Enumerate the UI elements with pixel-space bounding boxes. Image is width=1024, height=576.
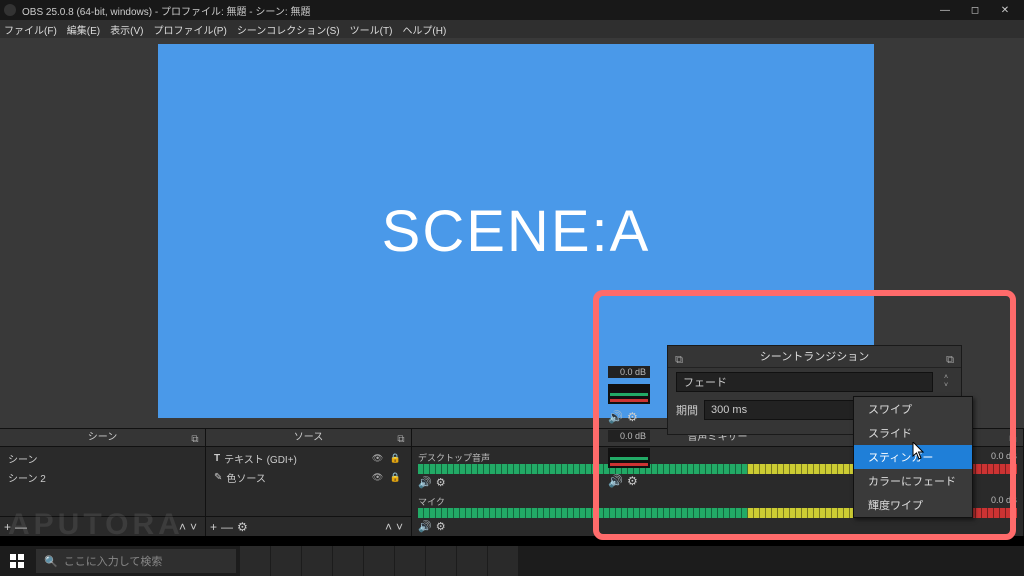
sources-toolbar: + — ⚙ ˄ ˅ xyxy=(206,516,411,536)
scenes-dock: シーン ⧉ シーン シーン 2 + — ˄ ˅ xyxy=(0,429,206,536)
remove-source-button[interactable]: — xyxy=(221,520,233,534)
task-icon[interactable] xyxy=(364,546,394,576)
window-titlebar: OBS 25.0.8 (64-bit, windows) - プロファイル: 無… xyxy=(0,0,1024,20)
color-source-icon: ✎ xyxy=(214,472,222,483)
duration-label: 期間 xyxy=(676,402,698,418)
speaker-icon[interactable]: 🔊 xyxy=(418,520,432,533)
preview-scene-text: SCENE:A xyxy=(382,198,651,265)
transition-select[interactable]: フェード xyxy=(676,372,933,392)
gear-icon[interactable]: ⚙ xyxy=(436,520,446,533)
scenes-header: シーン ⧉ xyxy=(0,429,205,447)
menu-help[interactable]: ヘルプ(H) xyxy=(402,22,446,37)
transition-spinner[interactable]: ˄˅ xyxy=(939,374,953,390)
app-logo-icon xyxy=(4,4,16,16)
mini-db-value: 0.0 dB xyxy=(608,366,650,378)
dropdown-item-stinger[interactable]: スティンガー xyxy=(854,445,972,469)
add-scene-button[interactable]: + xyxy=(4,520,11,534)
minimize-button[interactable]: — xyxy=(930,0,960,20)
dropdown-item-slide[interactable]: スライド xyxy=(854,421,972,445)
popout-right-icon[interactable]: ⧉ xyxy=(943,349,957,363)
gear-icon[interactable]: ⚙ xyxy=(627,474,638,488)
dropdown-item-luma-wipe[interactable]: 輝度ワイプ xyxy=(854,493,972,517)
channel-db: 0.0 dB xyxy=(991,495,1017,508)
scene-item[interactable]: シーン 2 xyxy=(2,468,203,487)
mini-mixer-overlay: 0.0 dB 🔊 ⚙ 0.0 dB 🔊 ⚙ xyxy=(608,366,650,494)
mini-meter xyxy=(608,384,650,404)
dropdown-item-fade-to-color[interactable]: カラーにフェード xyxy=(854,469,972,493)
gear-icon[interactable]: ⚙ xyxy=(436,476,446,489)
task-icon[interactable] xyxy=(457,546,487,576)
speaker-icon[interactable]: 🔊 xyxy=(418,476,432,489)
menu-tools[interactable]: ツール(T) xyxy=(350,22,393,37)
task-icon[interactable] xyxy=(488,546,518,576)
popout-icon[interactable]: ⧉ xyxy=(1007,431,1019,443)
source-up-button[interactable]: ˄ xyxy=(385,520,392,534)
start-button[interactable] xyxy=(0,546,34,576)
gear-icon[interactable]: ⚙ xyxy=(627,410,638,424)
popout-icon[interactable]: ⧉ xyxy=(395,431,407,443)
speaker-icon[interactable]: 🔊 xyxy=(608,410,623,424)
menu-edit[interactable]: 編集(E) xyxy=(67,22,100,37)
mini-db-value: 0.0 dB xyxy=(608,430,650,442)
task-icon[interactable] xyxy=(271,546,301,576)
source-down-button[interactable]: ˅ xyxy=(396,520,403,534)
popout-icon[interactable]: ⧉ xyxy=(189,431,201,443)
sources-dock: ソース ⧉ T テキスト (GDI+) 👁 🔒 ✎ 色ソース 👁 🔒 + — ⚙… xyxy=(206,429,412,536)
mini-meter xyxy=(608,448,650,468)
visibility-icon[interactable]: 👁 🔒 xyxy=(372,472,403,483)
taskbar-search[interactable]: 🔍 ここに入力して検索 xyxy=(36,549,236,573)
menu-scene-collection[interactable]: シーンコレクション(S) xyxy=(237,22,340,37)
duration-input[interactable] xyxy=(704,400,874,420)
maximize-button[interactable]: ◻ xyxy=(960,0,990,20)
channel-name: デスクトップ音声 xyxy=(418,451,490,464)
visibility-icon[interactable]: 👁 🔒 xyxy=(372,453,403,464)
source-properties-button[interactable]: ⚙ xyxy=(237,520,248,534)
channel-db: 0.0 dB xyxy=(991,451,1017,464)
scene-up-button[interactable]: ˄ xyxy=(179,520,186,534)
scene-transition-header: ⧉ シーントランジション ⧉ xyxy=(668,346,961,368)
menubar: ファイル(F) 編集(E) 表示(V) プロファイル(P) シーンコレクション(… xyxy=(0,20,1024,38)
sources-header: ソース ⧉ xyxy=(206,429,411,447)
task-icon[interactable] xyxy=(426,546,456,576)
search-icon: 🔍 xyxy=(44,555,58,568)
task-icon[interactable] xyxy=(395,546,425,576)
add-source-button[interactable]: + xyxy=(210,520,217,534)
speaker-icon[interactable]: 🔊 xyxy=(608,474,623,488)
remove-scene-button[interactable]: — xyxy=(15,520,27,534)
task-icon[interactable] xyxy=(302,546,332,576)
menu-profile[interactable]: プロファイル(P) xyxy=(153,22,226,37)
menu-file[interactable]: ファイル(F) xyxy=(4,22,57,37)
popout-left-icon[interactable]: ⧉ xyxy=(672,349,686,363)
channel-name: マイク xyxy=(418,495,445,508)
close-button[interactable]: ✕ xyxy=(990,0,1020,20)
scenes-toolbar: + — ˄ ˅ xyxy=(0,516,205,536)
task-icon[interactable] xyxy=(240,546,270,576)
taskbar-pinned xyxy=(240,546,518,576)
text-source-icon: T xyxy=(214,453,220,464)
scene-down-button[interactable]: ˅ xyxy=(190,520,197,534)
transition-dropdown: スワイプ スライド スティンガー カラーにフェード 輝度ワイプ xyxy=(853,396,973,518)
windows-taskbar: 🔍 ここに入力して検索 xyxy=(0,546,1024,576)
task-icon[interactable] xyxy=(333,546,363,576)
menu-view[interactable]: 表示(V) xyxy=(110,22,143,37)
dropdown-item-swipe[interactable]: スワイプ xyxy=(854,397,972,421)
source-item[interactable]: ✎ 色ソース 👁 🔒 xyxy=(208,468,409,487)
source-item[interactable]: T テキスト (GDI+) 👁 🔒 xyxy=(208,449,409,468)
scene-item[interactable]: シーン xyxy=(2,449,203,468)
window-title: OBS 25.0.8 (64-bit, windows) - プロファイル: 無… xyxy=(22,3,310,18)
